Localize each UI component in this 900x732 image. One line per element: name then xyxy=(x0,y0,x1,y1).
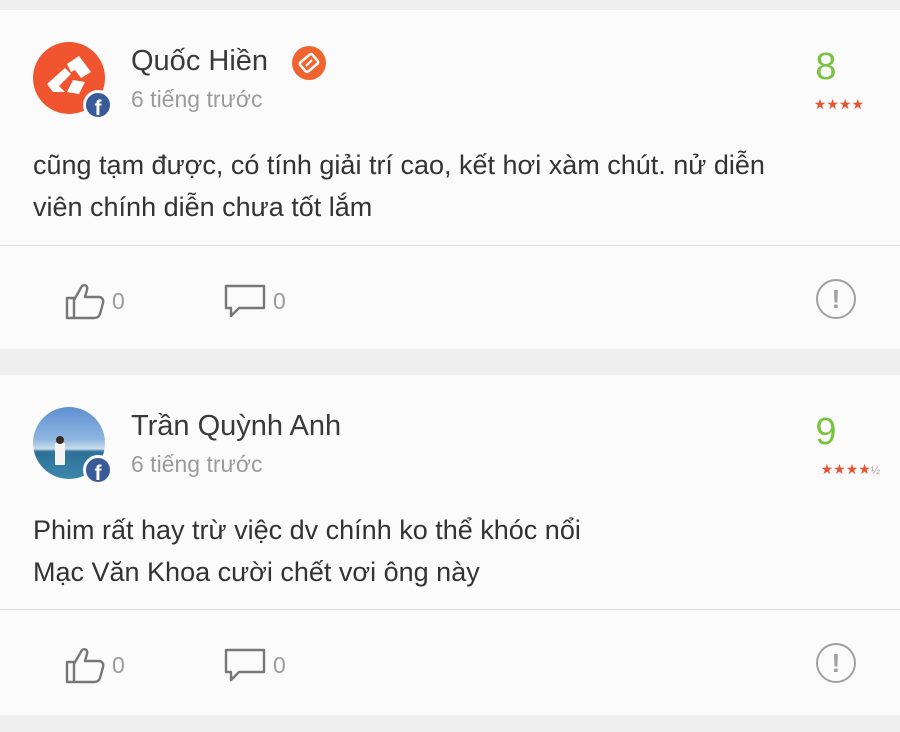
star-rating: ★★★★½ xyxy=(821,461,880,478)
user-avatar[interactable]: f xyxy=(33,42,113,120)
stars-half: ½ xyxy=(870,465,880,477)
review-text: cũng tạm được, có tính giải trí cao, kết… xyxy=(33,144,863,228)
review-card: f Trần Quỳnh Anh 6 tiếng trước 9 ★★★★½ P… xyxy=(0,375,900,715)
thumbs-up-icon xyxy=(65,284,105,320)
comment-icon xyxy=(224,648,266,682)
author-name[interactable]: Quốc Hiền xyxy=(131,45,268,78)
review-time: 6 tiếng trước xyxy=(131,451,263,477)
review-body: f Trần Quỳnh Anh 6 tiếng trước 9 ★★★★½ P… xyxy=(0,375,900,610)
like-button[interactable]: 0 xyxy=(64,282,125,320)
review-text-line: Mạc Văn Khoa cười chết vơi ông này xyxy=(33,557,480,587)
review-body: f Quốc Hiền 6 tiếng trước 8 ★★★★ cũng tạ… xyxy=(0,10,900,246)
comment-button[interactable]: 0 xyxy=(223,646,286,684)
author-name[interactable]: Trần Quỳnh Anh xyxy=(131,410,341,443)
comment-icon xyxy=(224,284,266,318)
review-actions: 0 0 ! xyxy=(0,610,900,717)
review-score: 8 xyxy=(815,46,837,88)
review-text: Phim rất hay trừ việc dv chính ko thể kh… xyxy=(33,509,863,593)
comment-count: 0 xyxy=(273,651,286,678)
review-time: 6 tiếng trước xyxy=(131,86,263,112)
stars-full: ★★★★ xyxy=(813,96,864,112)
review-text-line: viên chính diễn chưa tốt lắm xyxy=(33,192,373,222)
review-card: f Quốc Hiền 6 tiếng trước 8 ★★★★ cũng tạ… xyxy=(0,10,900,349)
star-rating: ★★★★ xyxy=(814,96,864,113)
user-avatar[interactable]: f xyxy=(33,407,113,485)
like-count: 0 xyxy=(112,287,125,314)
facebook-icon: f xyxy=(83,455,113,485)
review-actions: 0 0 ! xyxy=(0,246,900,353)
report-icon[interactable]: ! xyxy=(816,279,856,319)
comment-count: 0 xyxy=(273,287,286,314)
verified-badge-icon xyxy=(292,46,326,80)
review-score: 9 xyxy=(815,411,837,453)
review-text-line: Phim rất hay trừ việc dv chính ko thể kh… xyxy=(33,515,581,545)
review-feed: f Quốc Hiền 6 tiếng trước 8 ★★★★ cũng tạ… xyxy=(0,0,900,732)
report-icon[interactable]: ! xyxy=(816,643,856,683)
review-text-line: cũng tạm được, có tính giải trí cao, kết… xyxy=(33,150,765,180)
stars-full: ★★★★ xyxy=(820,461,871,477)
like-count: 0 xyxy=(112,651,125,678)
thumbs-up-icon xyxy=(65,648,105,684)
comment-button[interactable]: 0 xyxy=(223,282,286,320)
like-button[interactable]: 0 xyxy=(64,646,125,684)
facebook-icon: f xyxy=(83,90,113,120)
